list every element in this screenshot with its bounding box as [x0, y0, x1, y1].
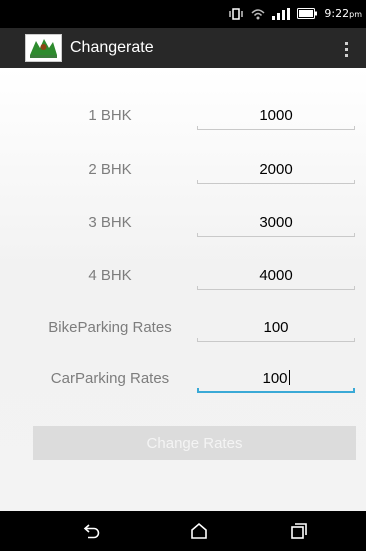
- rate-input-value[interactable]: 100: [197, 319, 355, 336]
- rate-form: 1 BHK 1000 2 BHK 2000 3 BHK 3000 4 BHK 4…: [0, 68, 366, 511]
- app-logo-icon: [25, 34, 62, 62]
- status-bar: 9:22pm: [0, 0, 366, 28]
- app-bar: Changerate: [0, 28, 366, 68]
- home-icon[interactable]: [187, 519, 211, 543]
- rate-input-bike-parking[interactable]: 100: [197, 309, 355, 349]
- status-icons: 9:22pm: [228, 7, 362, 20]
- rate-input-1bhk[interactable]: 1000: [197, 97, 355, 137]
- signal-icon: [272, 7, 291, 20]
- rate-row-bike-parking: BikeParking Rates 100: [0, 309, 366, 349]
- rate-input-3bhk[interactable]: 3000: [197, 204, 355, 244]
- rate-input-value[interactable]: 1000: [197, 107, 355, 124]
- rate-row-3bhk: 3 BHK 3000: [0, 204, 366, 244]
- battery-icon: [297, 8, 318, 19]
- rate-row-2bhk: 2 BHK 2000: [0, 151, 366, 191]
- status-time-suffix: pm: [349, 10, 362, 19]
- rate-label: 4 BHK: [88, 267, 132, 284]
- wifi-icon: [251, 8, 265, 19]
- status-time: 9:22pm: [324, 7, 362, 20]
- change-rates-button[interactable]: Change Rates: [33, 426, 356, 460]
- rate-input-value[interactable]: 3000: [197, 214, 355, 231]
- rate-row-car-parking: CarParking Rates 100: [0, 360, 366, 400]
- rate-input-value-active[interactable]: 100: [197, 370, 355, 387]
- text-cursor: [288, 370, 290, 385]
- rate-input-4bhk[interactable]: 4000: [197, 257, 355, 297]
- app-title: Changerate: [70, 39, 154, 56]
- rate-input-car-parking[interactable]: 100: [197, 360, 355, 400]
- overflow-menu-icon[interactable]: [334, 36, 358, 62]
- rate-label: BikeParking Rates: [48, 319, 172, 336]
- vibrate-icon: [229, 7, 244, 20]
- rate-row-1bhk: 1 BHK 1000: [0, 97, 366, 137]
- navigation-bar: [0, 511, 366, 551]
- rate-input-value[interactable]: 4000: [197, 267, 355, 284]
- rate-label: CarParking Rates: [50, 370, 170, 387]
- rate-row-4bhk: 4 BHK 4000: [0, 257, 366, 297]
- rate-label: 3 BHK: [88, 214, 132, 231]
- rate-input-2bhk[interactable]: 2000: [197, 151, 355, 191]
- rate-label: 2 BHK: [88, 161, 132, 178]
- recent-apps-icon[interactable]: [287, 519, 311, 543]
- rate-input-value[interactable]: 2000: [197, 161, 355, 178]
- rate-label: 1 BHK: [88, 107, 132, 124]
- back-icon[interactable]: [80, 519, 104, 543]
